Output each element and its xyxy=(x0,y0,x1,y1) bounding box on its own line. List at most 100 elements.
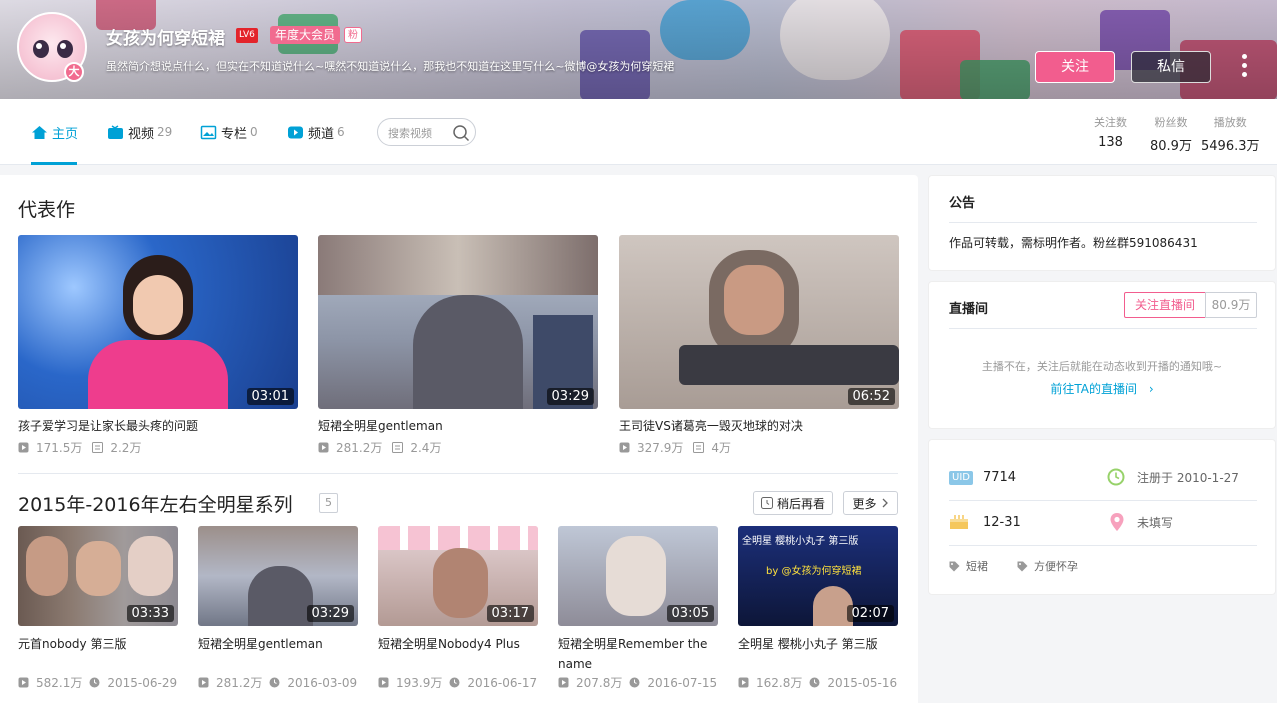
stat-plays-value: 5496.3万 xyxy=(1201,139,1260,154)
danmaku-icon xyxy=(92,442,104,453)
follow-live-button[interactable]: 关注直播间 xyxy=(1124,292,1206,318)
video-thumbnail[interactable]: 03:01 xyxy=(18,235,298,409)
section-divider xyxy=(18,473,898,474)
stat-plays: 播放数 5496.3万 xyxy=(1201,114,1260,154)
video-title[interactable]: 短裙全明星Remember the name xyxy=(558,634,718,674)
tab-channels[interactable]: 频道 6 xyxy=(287,99,345,165)
live-room-title: 直播间 xyxy=(949,302,989,317)
chevron-right-icon xyxy=(882,498,888,508)
tab-videos-count: 29 xyxy=(157,125,173,139)
user-tag[interactable]: 方便怀孕 xyxy=(1017,558,1078,574)
uid-value: 7714 xyxy=(982,470,1017,485)
tab-articles-label: 专栏 xyxy=(221,126,248,142)
search-icon[interactable] xyxy=(452,124,470,142)
tab-videos-label: 视频 xyxy=(128,126,155,142)
play-count: 281.2万 xyxy=(216,676,263,690)
clock-icon xyxy=(629,677,640,688)
play-count: 193.9万 xyxy=(396,676,443,690)
clock-icon xyxy=(449,677,460,688)
birthday-row: 12-31 xyxy=(949,514,1021,530)
home-icon xyxy=(32,125,47,139)
publish-date: 2016-06-17 xyxy=(467,675,538,690)
publish-date: 2016-07-15 xyxy=(647,675,718,690)
stat-following-value: 138 xyxy=(1098,135,1123,150)
watch-later-label: 稍后再看 xyxy=(776,496,825,511)
panel-divider xyxy=(949,500,1257,501)
vip-badge: 年度大会员 xyxy=(270,26,341,44)
video-card[interactable]: 06:52 王司徒VS诸葛亮一毁灭地球的对决 327.9万 4万 xyxy=(619,235,899,456)
play-count: 281.2万 xyxy=(336,441,383,455)
video-duration: 03:29 xyxy=(306,605,354,622)
profile-nav: 主页 视频 29 专栏 0 频道 6 xyxy=(0,99,1277,165)
uid-icon: UID xyxy=(949,470,973,485)
video-title[interactable]: 孩子爱学习是让家长最头疼的问题 xyxy=(18,417,298,434)
user-signature: 虽然简介想说点什么，但实在不知道说什么~嘿然不知道说什么，那我也不知道在这里写什… xyxy=(106,60,675,73)
thumb-figure-face xyxy=(133,275,183,335)
video-title[interactable]: 元首nobody 第三版 xyxy=(18,634,178,674)
section-title-series: 2015年-2016年左右全明星系列 xyxy=(18,494,293,516)
channel-icon xyxy=(288,126,303,138)
video-title[interactable]: 全明星 樱桃小丸子 第三版 xyxy=(738,634,898,674)
video-meta: 207.8万 2016-07-15 xyxy=(558,674,728,691)
video-thumbnail[interactable]: 03:29 xyxy=(198,526,358,626)
tab-home[interactable]: 主页 xyxy=(31,99,78,165)
message-button[interactable]: 私信 xyxy=(1131,51,1211,83)
video-meta: 327.9万 4万 xyxy=(619,439,899,456)
video-meta: 281.2万 2.4万 xyxy=(318,439,598,456)
user-info-panel: UID 7714 注册于 2010-1-27 12-31 未填写 短裙 方便怀孕 xyxy=(928,439,1276,595)
video-thumbnail[interactable]: 03:17 xyxy=(378,526,538,626)
tv-icon xyxy=(108,124,123,139)
notice-text: 作品可转载，需标明作者。粉丝群591086431 xyxy=(949,236,1198,250)
video-title[interactable]: 短裙全明星gentleman xyxy=(318,417,598,434)
series-video-card[interactable]: 03:33 元首nobody 第三版 582.1万 2015-06-29 xyxy=(18,526,178,690)
video-title[interactable]: 短裙全明星Nobody4 Plus xyxy=(378,634,538,674)
panel-divider xyxy=(949,328,1257,329)
user-tag[interactable]: 短裙 xyxy=(949,558,988,574)
stat-following[interactable]: 关注数 138 xyxy=(1094,114,1127,150)
tab-channels-count: 6 xyxy=(337,125,345,139)
series-video-card[interactable]: 03:05 短裙全明星Remember the name 207.8万 2016… xyxy=(558,526,718,690)
video-thumbnail[interactable]: 03:05 xyxy=(558,526,718,626)
stat-fans-value: 80.9万 xyxy=(1150,139,1192,154)
thumb-figure-face xyxy=(724,265,784,335)
publish-date: 2015-06-29 xyxy=(107,675,178,690)
video-title[interactable]: 短裙全明星gentleman xyxy=(198,634,358,674)
video-card[interactable]: 03:01 孩子爱学习是让家长最头疼的问题 171.5万 2.2万 xyxy=(18,235,298,456)
play-count: 327.9万 xyxy=(637,441,684,455)
series-count-badge: 5 xyxy=(319,493,338,513)
video-thumbnail[interactable]: 03:29 xyxy=(318,235,598,409)
series-video-card[interactable]: 03:17 短裙全明星Nobody4 Plus 193.9万 2016-06-1… xyxy=(378,526,538,690)
series-video-card[interactable]: 03:29 短裙全明星gentleman 281.2万 2016-03-09 xyxy=(198,526,358,690)
follow-button[interactable]: 关注 xyxy=(1035,51,1115,83)
more-series-button[interactable]: 更多 xyxy=(843,491,898,515)
play-count-icon xyxy=(18,677,29,688)
clock-icon xyxy=(809,677,820,688)
video-search-input[interactable] xyxy=(388,124,452,142)
chevron-right-icon: › xyxy=(1148,382,1154,396)
video-search-box xyxy=(377,118,476,146)
video-duration: 03:05 xyxy=(666,605,714,622)
more-options-icon[interactable] xyxy=(1232,50,1256,82)
thumb-figure xyxy=(433,548,488,618)
series-video-card[interactable]: 全明星 樱桃小丸子 第三版 by @女孩为何穿短裙 02:07 全明星 樱桃小丸… xyxy=(738,526,898,690)
birthday-value: 12-31 xyxy=(983,514,1021,530)
tab-videos[interactable]: 视频 29 xyxy=(107,99,172,165)
thumb-face xyxy=(76,541,121,596)
clock-icon xyxy=(1107,468,1125,486)
video-card[interactable]: 03:29 短裙全明星gentleman 281.2万 2.4万 xyxy=(318,235,598,456)
tab-articles-count: 0 xyxy=(250,125,258,139)
video-thumbnail[interactable]: 全明星 樱桃小丸子 第三版 by @女孩为何穿短裙 02:07 xyxy=(738,526,898,626)
stat-fans[interactable]: 粉丝数 80.9万 xyxy=(1150,114,1192,154)
video-thumbnail[interactable]: 06:52 xyxy=(619,235,899,409)
video-title[interactable]: 王司徒VS诸葛亮一毁灭地球的对决 xyxy=(619,417,899,434)
tab-articles[interactable]: 专栏 0 xyxy=(200,99,258,165)
danmaku-count: 4万 xyxy=(711,441,731,455)
stat-plays-label: 播放数 xyxy=(1213,116,1247,129)
watch-later-button[interactable]: 稍后再看 xyxy=(753,491,833,515)
stat-fans-label: 粉丝数 xyxy=(1154,116,1188,129)
play-count-icon xyxy=(318,442,329,453)
thumb-face xyxy=(26,536,68,596)
notice-panel: 公告 作品可转载，需标明作者。粉丝群591086431 xyxy=(928,175,1276,271)
go-to-live-room-link[interactable]: 前往TA的直播间 › xyxy=(929,380,1275,397)
video-thumbnail[interactable]: 03:33 xyxy=(18,526,178,626)
